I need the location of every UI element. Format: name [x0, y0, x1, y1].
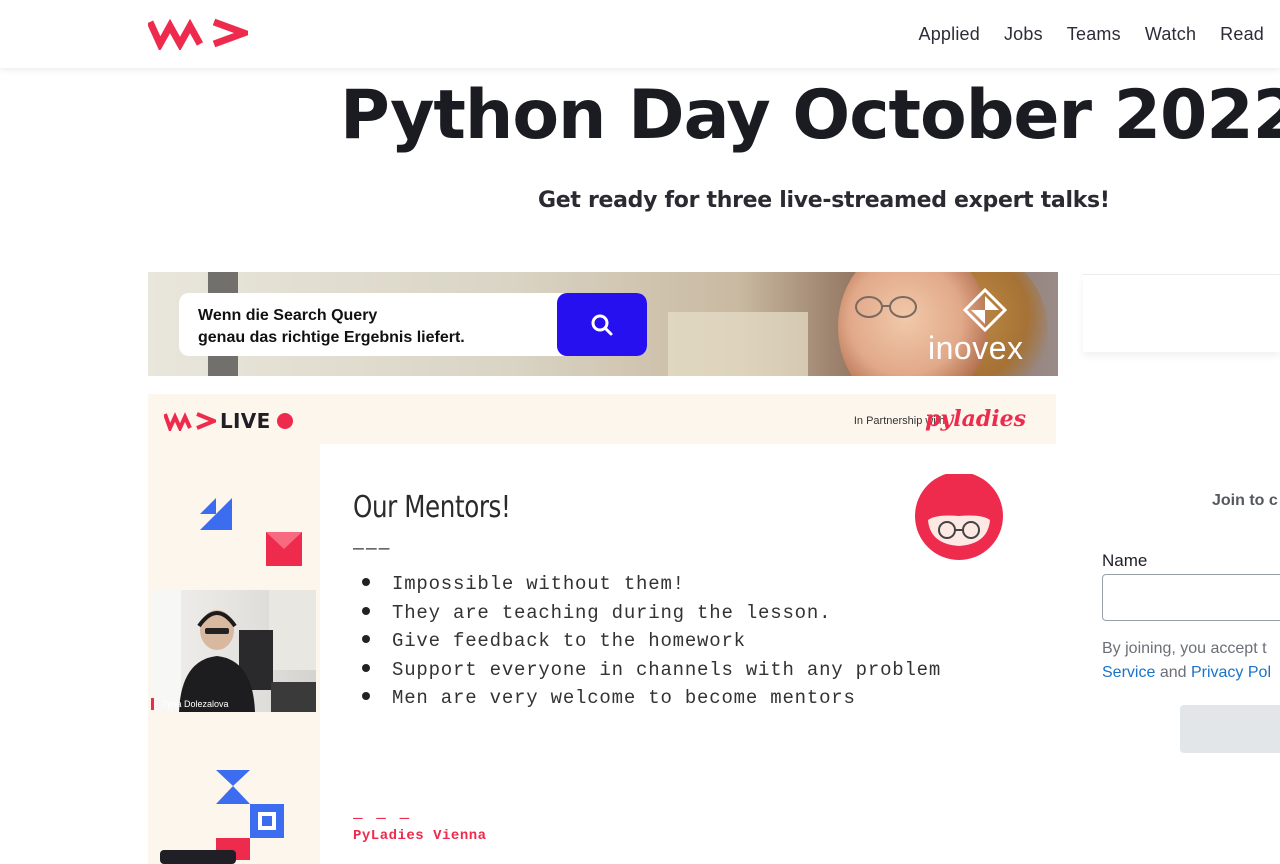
bullet-icon [362, 663, 370, 672]
banner-bg-decor [668, 312, 808, 376]
list-item: Men are very welcome to become mentors [356, 684, 941, 713]
site-header: Applied Jobs Teams Watch Read [0, 0, 1280, 68]
nav-applied[interactable]: Applied [919, 24, 980, 45]
pyladies-logo: pyladies [925, 406, 1026, 432]
pyladies-avatar-icon [915, 474, 1003, 560]
bullet-icon [362, 692, 370, 700]
banner-headline-line1: Wenn die Search Query [198, 307, 378, 324]
banner-headline-line2: genau das richtige Ergebnis liefert. [198, 329, 465, 346]
right-panel-card [1083, 274, 1280, 352]
inovex-brand-text: inovex [928, 330, 1024, 366]
blue-triangles-icon [200, 498, 232, 530]
wm-logo[interactable] [148, 16, 248, 50]
main-nav: Applied Jobs Teams Watch Read [919, 0, 1280, 68]
banner-search-card: Wenn die Search Query genau das richtige… [179, 293, 647, 356]
nav-read[interactable]: Read [1220, 24, 1264, 45]
banner-photo-glasses [855, 296, 917, 318]
slide-heading: Our Mentors! [353, 490, 511, 525]
page-title: Python Day October 2022 [340, 76, 1280, 155]
page-subtitle: Get ready for three live-streamed expert… [538, 188, 1110, 213]
bullet-icon [362, 606, 370, 615]
terms-of-service-link[interactable]: Service [1102, 664, 1155, 681]
terms-and-text: and [1159, 664, 1187, 681]
banner-search-button[interactable] [557, 293, 647, 356]
slide-footer-name: PyLadies Vienna [353, 828, 487, 844]
name-input[interactable] [1102, 574, 1280, 621]
bullet-icon [362, 578, 370, 586]
name-label: Name [1102, 551, 1148, 570]
bullet-icon [362, 635, 370, 643]
slide-content: Our Mentors! ——— Impossible without them… [320, 444, 1056, 864]
terms-line2: Service and Privacy Pol [1102, 661, 1271, 685]
wm-live-logo: LIVE [164, 408, 293, 434]
privacy-policy-link[interactable]: Privacy Pol [1191, 664, 1271, 681]
ad-banner[interactable]: Wenn die Search Query genau das richtige… [148, 272, 1058, 376]
video-control-bar[interactable] [160, 850, 236, 864]
list-item: They are teaching during the lesson. [356, 599, 941, 628]
presenter-photo [151, 590, 316, 712]
red-hourglass-icon [266, 532, 302, 566]
live-label: LIVE [220, 409, 271, 433]
join-heading: Join to c [1212, 492, 1278, 509]
nav-jobs[interactable]: Jobs [1004, 24, 1043, 45]
blue-shapes-icon [216, 770, 284, 860]
search-icon [591, 314, 613, 335]
nav-teams[interactable]: Teams [1067, 24, 1121, 45]
list-item: Support everyone in channels with any pr… [356, 656, 941, 685]
slide-bullets: Impossible without them! They are teachi… [356, 570, 941, 713]
slide-footer-separator: — — — [353, 808, 412, 827]
terms-line1: By joining, you accept t [1102, 640, 1267, 657]
wm-logo-small-icon [164, 412, 216, 431]
presenter-video[interactable]: Tyna Dolezalova [151, 590, 316, 712]
inovex-logo-icon [963, 288, 1007, 332]
terms-text: By joining, you accept t Service and Pri… [1102, 637, 1271, 685]
video-slide[interactable]: LIVE In Partnership with: pyladies Tyna … [148, 394, 1056, 864]
slide-separator: ——— [353, 538, 392, 559]
live-dot-icon [276, 413, 293, 429]
presenter-name: Tyna Dolezalova [151, 698, 234, 710]
nav-watch[interactable]: Watch [1145, 24, 1196, 45]
banner-headline: Wenn die Search Query genau das richtige… [198, 305, 558, 349]
list-item: Impossible without them! [356, 570, 941, 599]
list-item: Give feedback to the homework [356, 627, 941, 656]
join-button[interactable] [1180, 705, 1280, 753]
